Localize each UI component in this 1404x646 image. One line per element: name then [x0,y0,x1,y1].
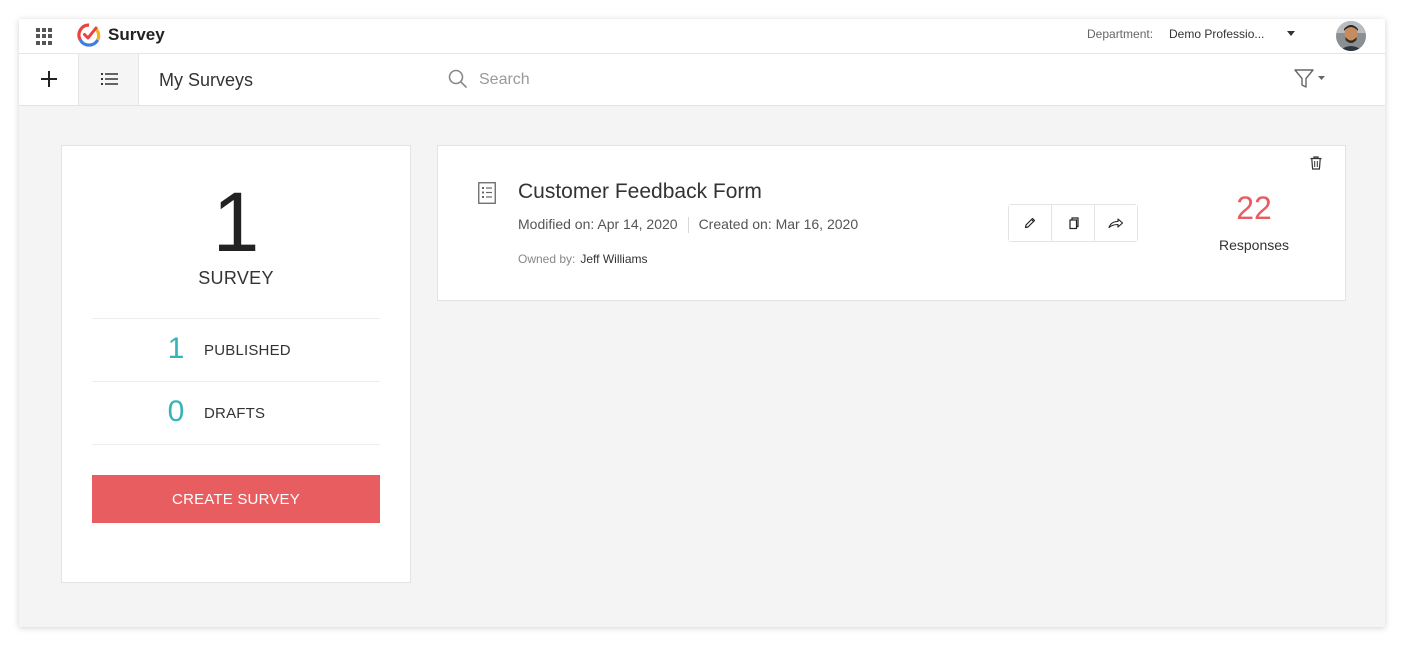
owner-label: Owned by: [518,252,576,266]
list-icon [101,73,118,85]
form-document-icon [478,182,496,204]
divider [92,381,380,382]
divider [687,217,689,234]
page-title: My Surveys [159,70,254,90]
user-avatar[interactable] [1336,21,1366,51]
apps-grid-icon[interactable] [36,28,53,45]
survey-logo-icon [76,22,102,48]
add-survey-button[interactable] [19,54,79,105]
department-label: Department: [1087,27,1154,41]
divider [92,444,380,445]
caret-down-icon [1318,76,1325,80]
total-surveys-count: 1 [212,175,260,269]
created-date: Created on: Mar 16, 2020 [698,216,859,232]
top-bar: Survey Department: Demo Professio... [19,19,1385,54]
share-survey-button[interactable] [1095,205,1137,241]
copy-icon [1069,216,1079,229]
published-count[interactable]: 1 [158,332,194,366]
filter-icon [1294,69,1314,88]
total-surveys-label: SURVEY [198,268,274,288]
survey-title[interactable]: Customer Feedback Form [518,179,762,205]
create-survey-button[interactable]: CREATE SURVEY [92,475,380,523]
edit-icon [1024,217,1036,229]
survey-card[interactable]: Customer Feedback Form Modified on: Apr … [437,145,1346,301]
survey-summary-card: 1 SURVEY 1 PUBLISHED 0 DRAFTS CREATE SUR… [61,145,411,583]
survey-owner: Owned by: Jeff Williams [518,251,648,267]
survey-actions [1008,204,1138,242]
search-icon [448,69,467,88]
drafts-count[interactable]: 0 [158,395,194,429]
edit-survey-button[interactable] [1009,205,1052,241]
toolbar: My Surveys [19,54,1385,106]
filter-button[interactable] [1294,68,1330,92]
copy-survey-button[interactable] [1052,205,1095,241]
survey-dates: Modified on: Apr 14, 2020 Created on: Mar… [518,215,859,234]
search-input[interactable] [479,66,879,94]
published-label[interactable]: PUBLISHED [204,342,291,359]
caret-down-icon[interactable] [1287,31,1295,36]
trash-icon[interactable] [1310,156,1322,170]
app-name[interactable]: Survey [108,24,165,46]
responses-count[interactable]: 22 [1198,190,1310,226]
responses-label: Responses [1218,237,1290,253]
owner-name: Jeff Williams [580,252,648,266]
app-window: Survey Department: Demo Professio... My … [19,19,1385,627]
department-dropdown[interactable]: Demo Professio... [1169,26,1264,42]
plus-icon [41,71,57,87]
share-icon [1108,218,1124,229]
drafts-label[interactable]: DRAFTS [204,405,265,422]
list-view-button[interactable] [79,54,139,105]
modified-date: Modified on: Apr 14, 2020 [518,216,678,232]
divider [92,318,380,319]
